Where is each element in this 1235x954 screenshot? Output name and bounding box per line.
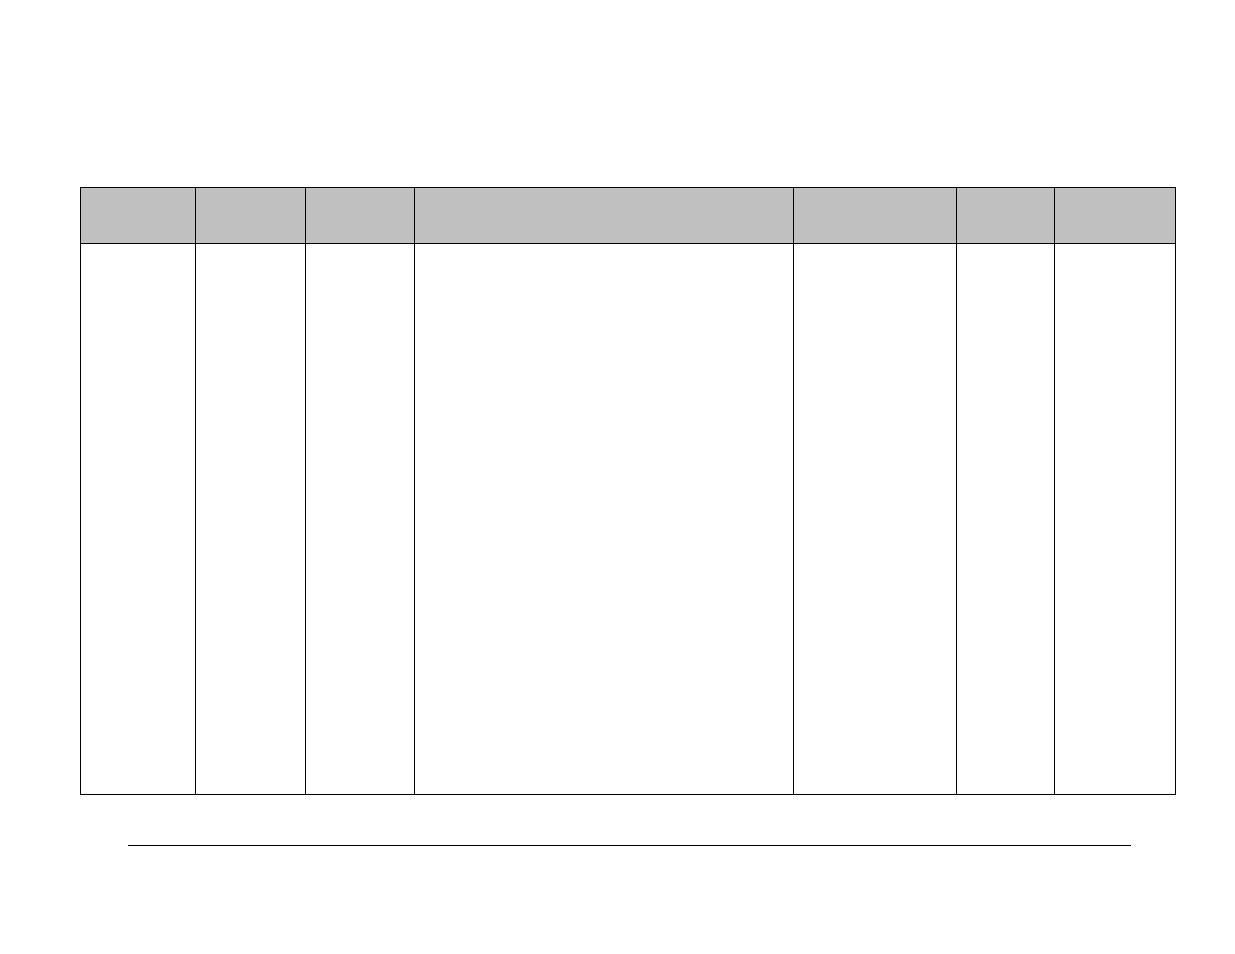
footer-divider <box>128 845 1131 846</box>
table-cell <box>81 244 196 795</box>
table-header-cell <box>794 188 957 244</box>
table-header-cell <box>196 188 306 244</box>
page <box>0 0 1235 954</box>
table-cell <box>306 244 415 795</box>
table-header-cell <box>81 188 196 244</box>
table-header-row <box>81 188 1176 244</box>
table-header-cell <box>1055 188 1176 244</box>
table-cell <box>794 244 957 795</box>
table-header-cell <box>957 188 1055 244</box>
table-cell <box>1055 244 1176 795</box>
table-cell <box>957 244 1055 795</box>
data-table <box>80 187 1176 795</box>
table-row <box>81 244 1176 795</box>
table-header-cell <box>415 188 794 244</box>
table-cell <box>415 244 794 795</box>
table-header-cell <box>306 188 415 244</box>
table-cell <box>196 244 306 795</box>
